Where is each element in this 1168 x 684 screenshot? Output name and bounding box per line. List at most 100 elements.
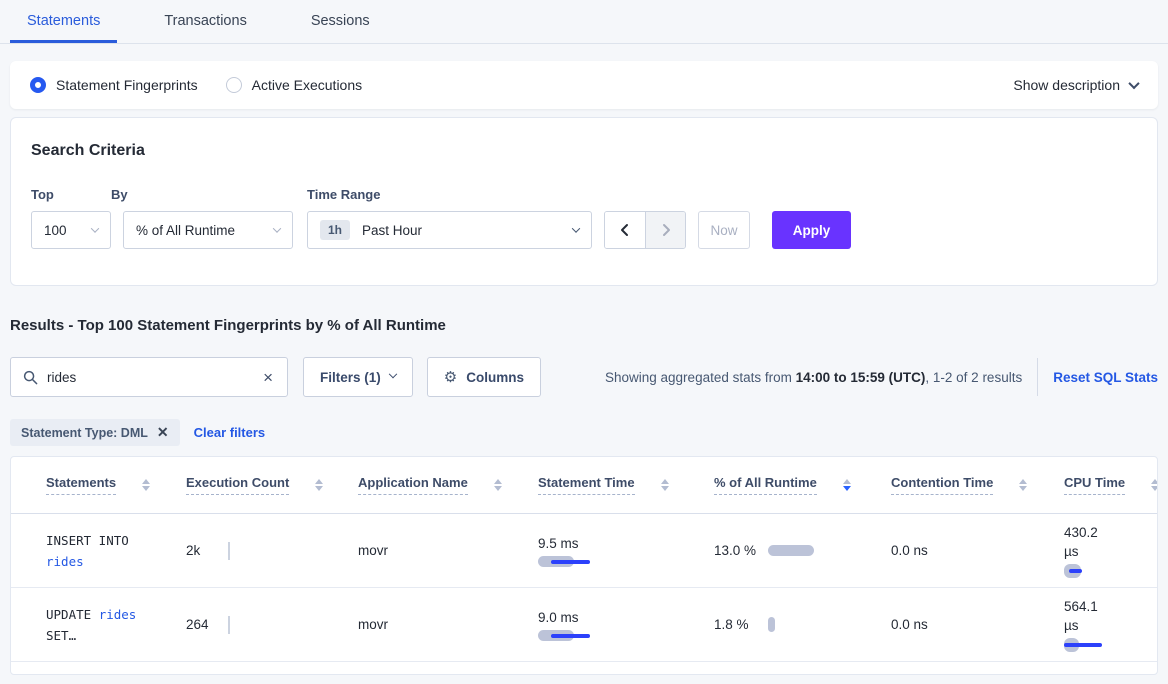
chevron-left-icon [617,222,633,238]
clear-search-icon[interactable]: × [261,369,275,386]
table-body: INSERT INTO rides2kmovr9.5 ms13.0 %0.0 n… [11,514,1157,662]
column-header-label: Statements [46,475,116,495]
remove-filter-icon[interactable]: ✕ [157,424,169,441]
by-label: By [111,187,293,202]
tab-transactions[interactable]: Transactions [147,0,263,43]
column-header-of-all-runtime[interactable]: % of All Runtime [714,475,891,495]
tab-bar: Statements Transactions Sessions [0,0,1168,44]
sort-icon[interactable] [661,479,669,491]
gear-icon: ⚙ [444,368,457,386]
cpu-time-bar-chart [1064,638,1154,652]
filters-label: Filters (1) [320,370,381,385]
cpu-time-bar-chart [1064,564,1154,578]
clear-filters-link[interactable]: Clear filters [194,425,266,440]
runtime-bar [768,617,775,632]
show-description-toggle[interactable]: Show description [1013,77,1138,93]
statement-link[interactable]: rides [46,554,84,569]
stats-suffix: , 1-2 of 2 results [925,370,1022,385]
statement-cell: INSERT INTO rides [46,530,164,572]
apply-button[interactable]: Apply [772,211,851,249]
by-select[interactable]: % of All Runtime [123,211,293,249]
runtime-cell: 1.8 % [714,615,891,635]
chevron-right-icon [658,222,674,238]
sort-icon[interactable] [315,479,323,491]
search-input[interactable] [47,370,261,385]
sort-icon[interactable] [1019,479,1027,491]
execution-count-cell: 264 [186,616,358,634]
aggregated-stats-text: Showing aggregated stats from 14:00 to 1… [605,370,1022,385]
filter-badge: Statement Type: DML ✕ [10,419,180,446]
table-header-row: Statements Execution CountApplication Nam… [11,457,1157,514]
next-time-button[interactable] [645,212,685,248]
column-header-application-name[interactable]: Application Name [358,475,538,495]
contention-time-cell: 0.0 ns [891,543,1064,558]
tab-sessions[interactable]: Sessions [294,0,387,43]
column-header-contention-time[interactable]: Contention Time [891,475,1064,495]
sort-icon[interactable] [142,479,150,491]
time-range-field: Time Range 1h Past Hour [307,187,592,249]
now-button[interactable]: Now [698,211,750,249]
top-label: Top [31,187,111,202]
column-header-label: Statement Time [538,475,635,495]
column-header-statement-time[interactable]: Statement Time [538,475,714,495]
application-name-cell: movr [358,617,538,632]
sort-up-icon [142,479,150,484]
radio-active-executions[interactable]: Active Executions [226,77,363,93]
column-header-label: CPU Time [1064,475,1125,495]
statement-link[interactable]: rides [99,607,137,622]
column-header-label: Application Name [358,475,468,495]
sort-down-icon [1019,486,1027,491]
cpu-time-value: 564.1 µs [1064,597,1112,635]
column-header-cpu-time[interactable]: CPU Time [1064,475,1158,495]
runtime-value: 13.0 % [714,541,760,561]
radio-label: Statement Fingerprints [56,77,198,93]
sort-icon[interactable] [843,479,851,491]
sort-icon[interactable] [1151,479,1158,491]
column-header-label: Contention Time [891,475,993,495]
sort-down-icon [494,486,502,491]
column-header-execution-count[interactable]: Execution Count [186,475,358,495]
top-select[interactable]: 100 [31,211,111,249]
sort-icon[interactable] [494,479,502,491]
chevron-down-icon [1128,78,1139,89]
search-criteria-title: Search Criteria [31,142,1137,160]
runtime-cell: 13.0 % [714,541,891,561]
sort-down-icon [1151,486,1158,491]
columns-button[interactable]: ⚙ Columns [427,357,541,397]
search-box: × [10,357,288,397]
radio-statement-fingerprints[interactable]: Statement Fingerprints [30,77,198,93]
tab-statements[interactable]: Statements [10,0,117,43]
statement-time-value: 9.5 ms [538,534,586,553]
statement-time-bar-chart [538,630,628,641]
execution-count-value: 2k [186,543,214,558]
columns-label: Columns [466,370,524,385]
statement-text: SET… [46,628,76,643]
table-row[interactable]: UPDATE rides SET…264movr9.0 ms1.8 %0.0 n… [11,588,1157,662]
time-nav-group [604,211,686,249]
sort-down-icon [843,486,851,491]
radio-selected-icon [30,77,46,93]
sort-down-icon [142,486,150,491]
prev-time-button[interactable] [605,212,645,248]
stats-time-range: 14:00 to 15:59 (UTC) [796,370,926,385]
statement-time: 9.5 ms [538,534,714,567]
top-value: 100 [44,223,67,238]
table-row[interactable]: INSERT INTO rides 2k movr9.5 ms 13.0 % 0.0 n… [11,514,1157,588]
time-range-select[interactable]: 1h Past Hour [307,211,592,249]
statement-cell: UPDATE rides SET… [46,604,164,646]
radio-unselected-icon [226,77,242,93]
filters-button[interactable]: Filters (1) [303,357,413,397]
application-name-cell: movr [358,543,538,558]
by-value: % of All Runtime [136,223,235,238]
bar-blue-line [1069,569,1082,573]
cpu-time-value: 430.2 µs [1064,523,1112,561]
reset-sql-stats-link[interactable]: Reset SQL Stats [1053,370,1158,385]
top-field: Top 100 [31,187,111,249]
chevron-down-icon [389,370,397,378]
search-criteria-card: Search Criteria Top 100 By % of All Runt… [10,117,1158,286]
sort-up-icon [1019,479,1027,484]
execution-count-value: 264 [186,617,214,632]
time-range-label: Time Range [307,187,592,202]
column-header-statements[interactable]: Statements [46,475,186,495]
results-heading: Results - Top 100 Statement Fingerprints… [10,317,1168,334]
